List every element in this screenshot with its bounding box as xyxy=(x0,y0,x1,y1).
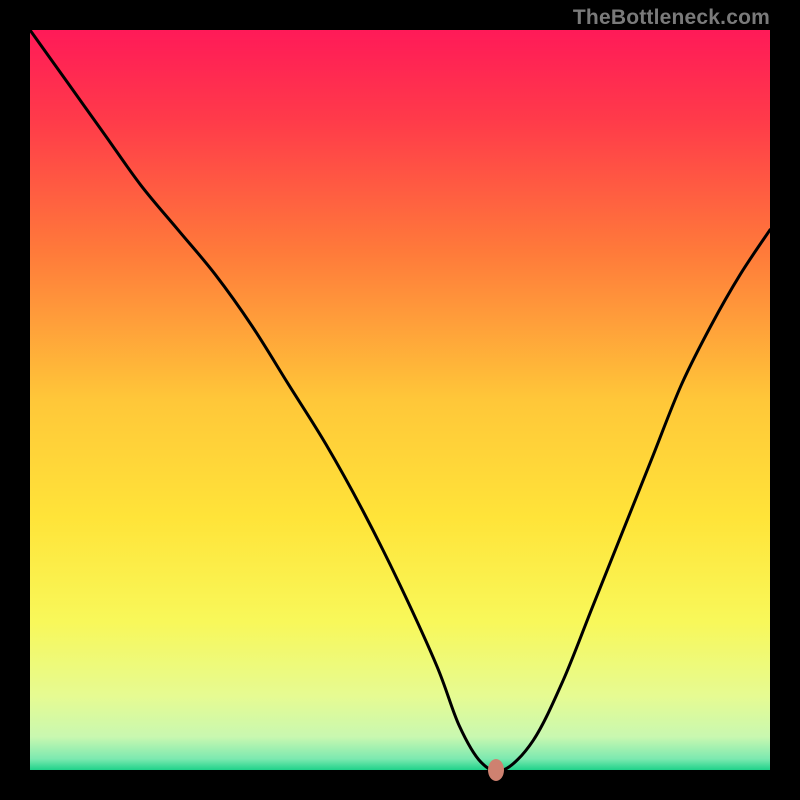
optimal-point-marker xyxy=(488,759,504,781)
chart-curve xyxy=(30,30,770,770)
attribution-text: TheBottleneck.com xyxy=(573,6,770,30)
